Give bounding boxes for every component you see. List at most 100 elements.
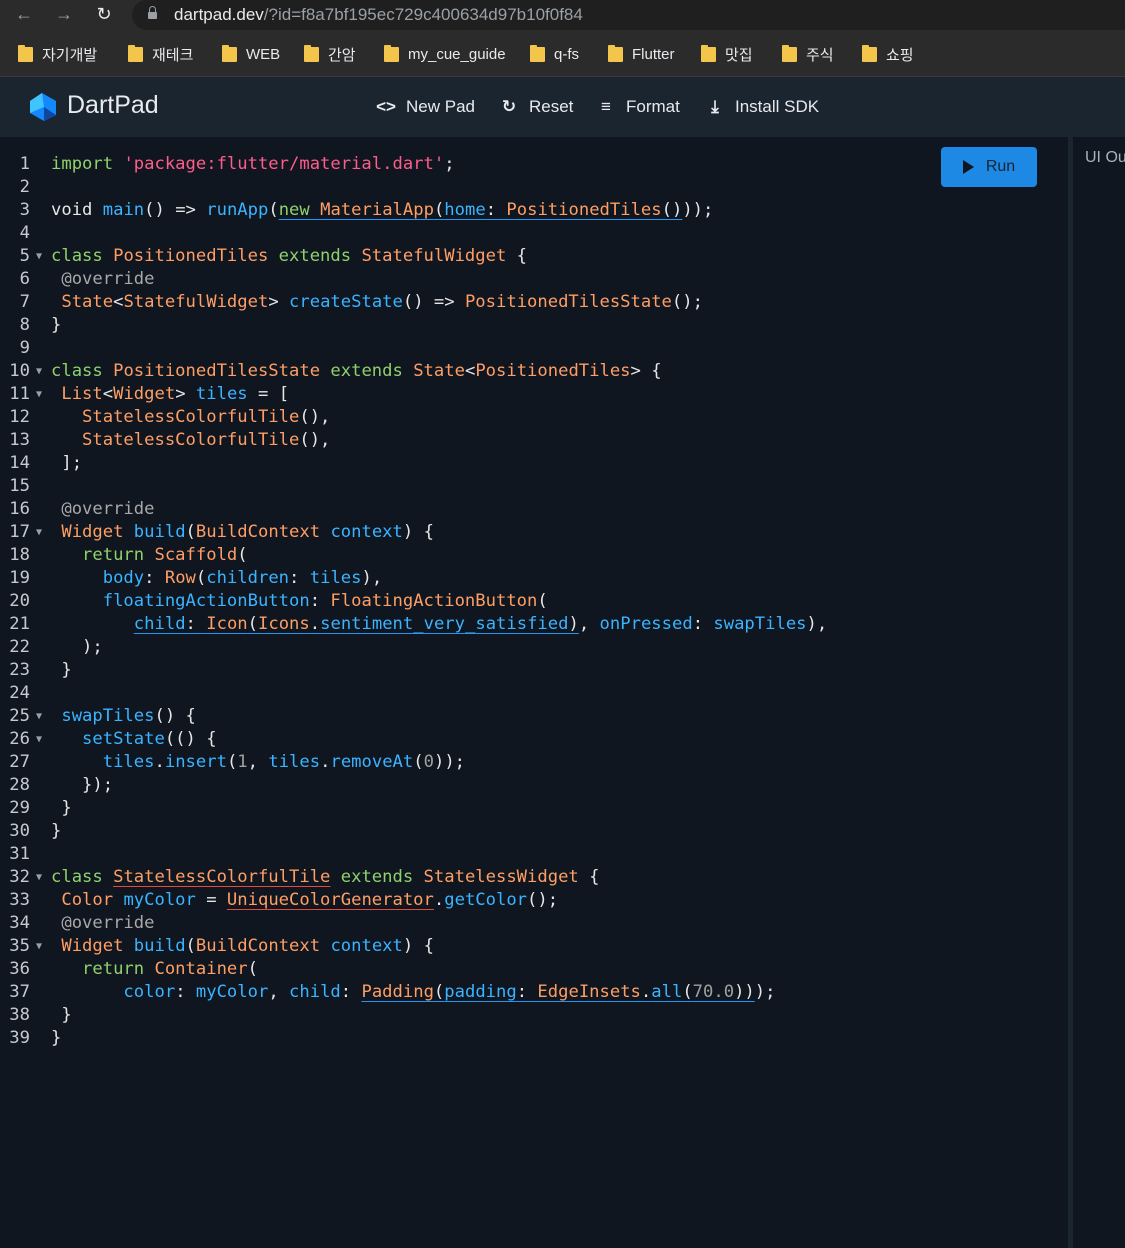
folder-icon [862, 44, 877, 62]
code-token: ) [568, 614, 579, 634]
code-text: List<Widget> tiles = [ [51, 383, 289, 406]
code-token: home [444, 200, 486, 220]
line-number: 11 [9, 384, 30, 404]
fold-arrow-icon[interactable]: ▼ [36, 728, 42, 751]
reset-button[interactable]: ↻ Reset [499, 95, 574, 119]
line-number: 35 [9, 936, 30, 956]
line-number: 6 [19, 269, 30, 289]
line-number: 8 [19, 315, 30, 335]
code-token: StatefulWidget [361, 246, 507, 266]
back-arrow-icon[interactable]: ← [12, 3, 36, 27]
bookmark-folder[interactable]: q-fs [530, 43, 579, 65]
code-token: tiles [51, 752, 155, 772]
code-token: import [51, 154, 124, 174]
code-token: tiles [195, 384, 248, 404]
code-token: . [640, 982, 652, 1002]
code-token: BuildContext [195, 936, 321, 956]
code-token: : [340, 982, 362, 1002]
code-token: < [464, 361, 476, 381]
code-token: 0 [423, 752, 434, 772]
code-token: , [268, 982, 290, 1002]
run-button[interactable]: Run [941, 147, 1037, 187]
code-token: @override [51, 499, 155, 519]
code-token: } [51, 1028, 62, 1048]
code-token: : [692, 614, 714, 634]
code-token: return [51, 545, 155, 565]
line-number: 12 [9, 407, 30, 427]
forward-arrow-icon[interactable]: → [52, 3, 76, 27]
lock-icon [148, 6, 157, 19]
line-number: 15 [9, 476, 30, 496]
new-pad-button[interactable]: <> New Pad [376, 95, 475, 119]
reload-icon[interactable]: ↻ [92, 3, 116, 27]
code-text: State<StatefulWidget> createState() => P… [51, 291, 703, 314]
bookmark-folder[interactable]: 맛집 [701, 43, 753, 65]
line-number: 28 [9, 775, 30, 795]
line-number: 2 [19, 177, 30, 197]
code-token: ; [444, 154, 455, 174]
code-token: )); [682, 200, 714, 220]
code-text: floatingActionButton: FloatingActionButt… [51, 590, 548, 613]
url-text[interactable]: dartpad.dev/?id=f8a7bf195ec729c400634d97… [174, 5, 583, 25]
folder-icon [222, 44, 237, 62]
code-token: ( [682, 982, 693, 1002]
fold-arrow-icon[interactable]: ▼ [36, 360, 42, 383]
code-token: > [268, 292, 290, 312]
bookmark-folder[interactable]: 주식 [782, 43, 834, 65]
fold-arrow-icon[interactable]: ▼ [36, 866, 42, 889]
code-token: PositionedTiles [506, 200, 662, 220]
line-number: 32 [9, 867, 30, 887]
bookmark-folder[interactable]: 자기개발 [18, 43, 97, 65]
code-token: Color [51, 890, 124, 910]
line-number: 30 [9, 821, 30, 841]
code-token: < [102, 384, 114, 404]
install-sdk-button[interactable]: ⤓ Install SDK [705, 95, 819, 119]
code-token: ( [247, 614, 259, 634]
code-text: }); [51, 774, 113, 797]
fold-arrow-icon[interactable]: ▼ [36, 705, 42, 728]
code-token: context [320, 936, 403, 956]
line-number: 1 [19, 154, 30, 174]
format-button[interactable]: ≡ Format [596, 95, 680, 119]
code-token: : [144, 568, 165, 588]
fold-arrow-icon[interactable]: ▼ [36, 521, 42, 544]
code-token: Container [154, 959, 248, 979]
line-number: 4 [19, 223, 30, 243]
code-token: class [51, 867, 114, 887]
code-token: extends [268, 246, 362, 266]
line-number: 5 [19, 246, 30, 266]
line-number: 29 [9, 798, 30, 818]
code-token: ( [433, 982, 445, 1002]
address-bar[interactable]: dartpad.dev/?id=f8a7bf195ec729c400634d97… [132, 0, 1125, 30]
bookmark-folder[interactable]: 재테크 [128, 43, 193, 65]
code-token: new [278, 200, 321, 220]
line-number: 36 [9, 959, 30, 979]
code-token: runApp [206, 200, 269, 220]
bookmark-folder[interactable]: Flutter [608, 43, 675, 65]
code-token: ( [537, 591, 548, 611]
code-token: class [51, 361, 114, 381]
code-token: : [485, 200, 507, 220]
ui-output-panel: UI Ou [1068, 137, 1125, 1248]
code-token: (); [671, 292, 703, 312]
bookmark-folder[interactable]: WEB [222, 43, 280, 65]
bookmark-folder[interactable]: 쇼핑 [862, 43, 914, 65]
fold-arrow-icon[interactable]: ▼ [36, 383, 42, 406]
code-text: } [51, 797, 71, 820]
line-number: 14 [9, 453, 30, 473]
code-token: setState [51, 729, 165, 749]
code-text: Widget build(BuildContext context) { [51, 521, 434, 544]
bookmark-folder[interactable]: 간암 [304, 43, 356, 65]
fold-arrow-icon[interactable]: ▼ [36, 245, 42, 268]
bookmark-folder[interactable]: my_cue_guide [384, 43, 506, 65]
code-token: children [206, 568, 290, 588]
code-token: 1 [237, 752, 248, 772]
code-token: onPressed [599, 614, 693, 634]
fold-arrow-icon[interactable]: ▼ [36, 935, 42, 958]
code-token: > { [630, 361, 662, 381]
code-token: Widget [51, 522, 134, 542]
code-token: all [651, 982, 683, 1002]
folder-icon [384, 44, 399, 62]
code-token: . [433, 890, 445, 910]
code-token: ); [51, 637, 103, 657]
